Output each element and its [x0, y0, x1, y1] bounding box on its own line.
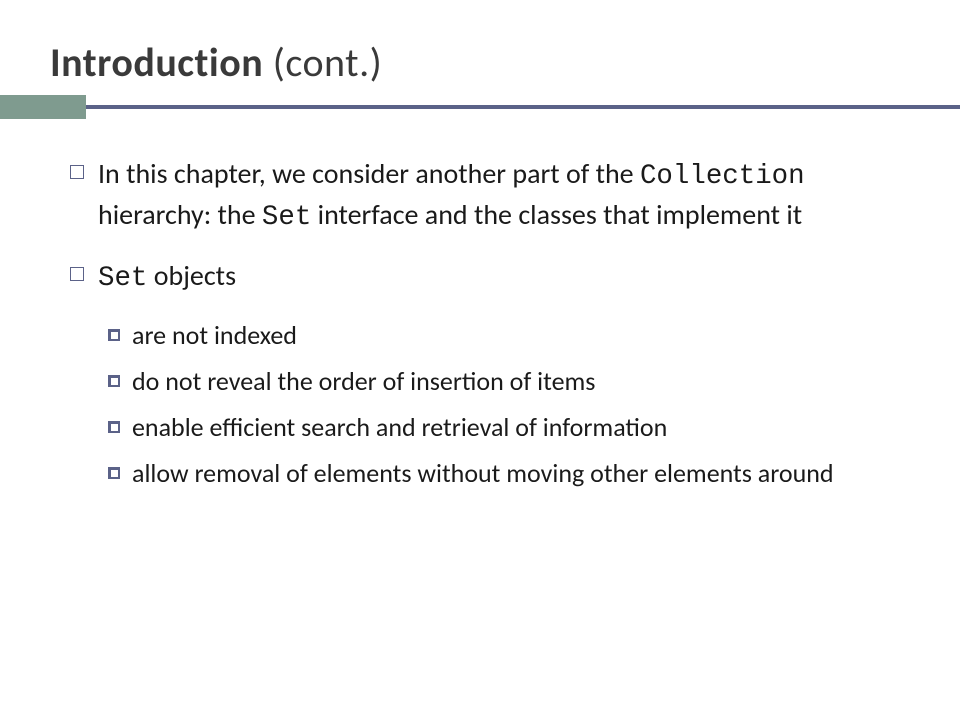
bullet-marker-icon — [70, 165, 84, 179]
sub-bullet-marker-icon — [108, 421, 120, 433]
sub-bullet-item: are not indexed — [108, 318, 900, 352]
sub-bullet-marker-icon — [108, 329, 120, 341]
bullet-text: Set objects — [98, 257, 236, 298]
sub-bullet-marker-icon — [108, 375, 120, 387]
bullet-item: In this chapter, we consider another par… — [70, 155, 900, 237]
sub-bullet-item: enable efficient search and retrieval of… — [108, 410, 900, 444]
divider-accent-box — [0, 95, 86, 119]
sub-bullet-text: enable efficient search and retrieval of… — [132, 410, 667, 444]
bullet-item: Set objects — [70, 257, 900, 298]
title-divider — [0, 95, 960, 119]
title-light: (cont.) — [273, 38, 383, 87]
bullet-text: In this chapter, we consider another par… — [98, 155, 900, 237]
sub-bullet-text: allow removal of elements without moving… — [132, 456, 834, 490]
slide: Introduction (cont.) In this chapter, we… — [0, 0, 960, 720]
sub-bullet-text: do not reveal the order of insertion of … — [132, 364, 595, 398]
sub-bullet-item: allow removal of elements without moving… — [108, 456, 900, 490]
slide-title: Introduction (cont.) — [50, 38, 910, 87]
bullet-marker-icon — [70, 267, 84, 281]
content-area: In this chapter, we consider another par… — [50, 119, 910, 490]
sub-bullet-text: are not indexed — [132, 318, 297, 352]
sub-bullet-marker-icon — [108, 467, 120, 479]
title-bold: Introduction — [50, 38, 273, 87]
divider-line — [86, 105, 960, 109]
sub-bullet-item: do not reveal the order of insertion of … — [108, 364, 900, 398]
